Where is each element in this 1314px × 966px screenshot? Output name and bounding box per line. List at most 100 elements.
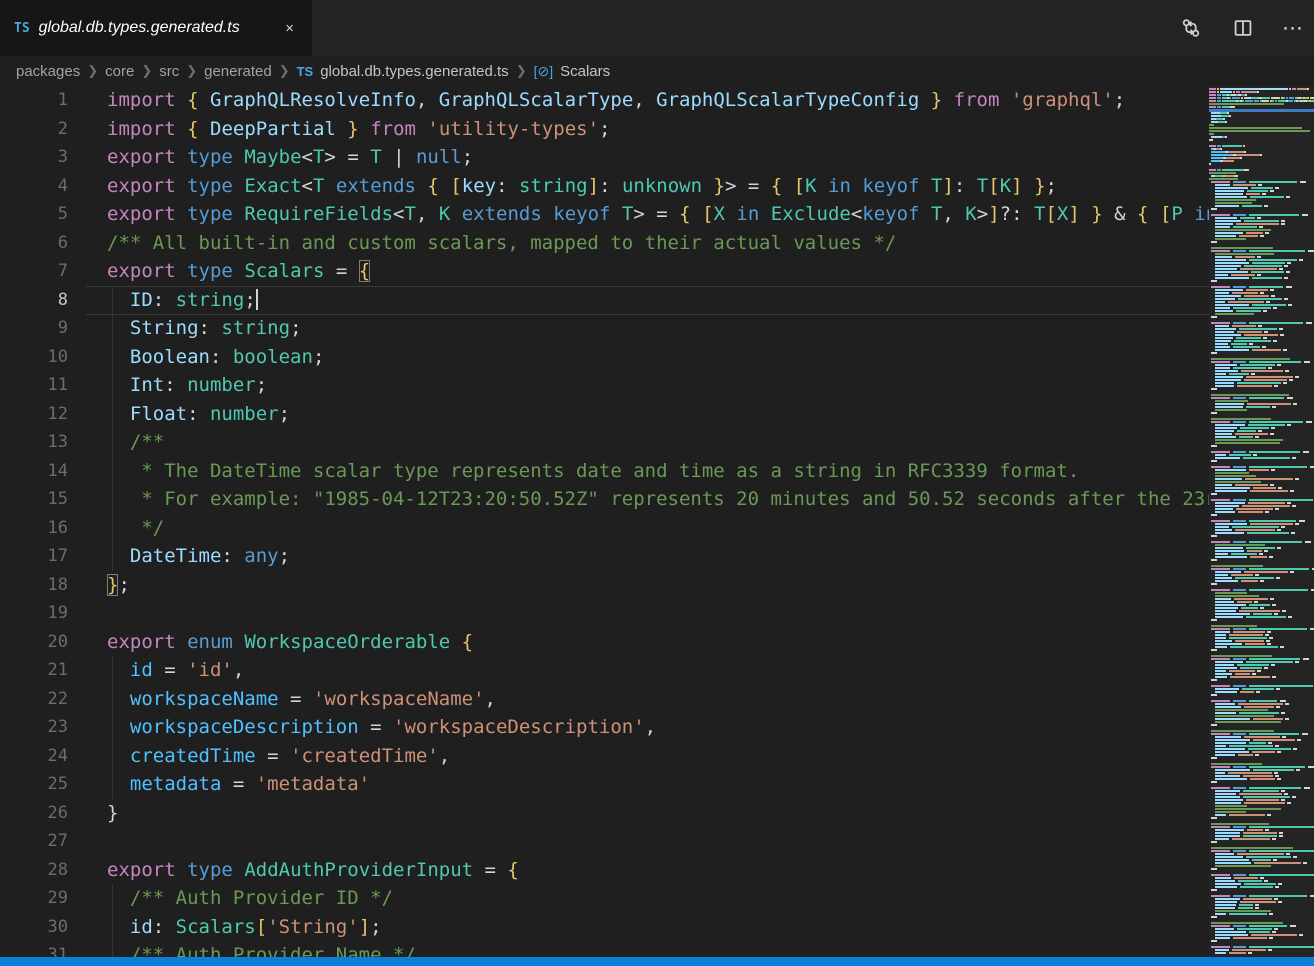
minimap-line	[1209, 403, 1314, 405]
code-line[interactable]: 12 Float: number;	[0, 400, 1209, 429]
minimap-line	[1209, 94, 1314, 96]
code-line[interactable]: 23 workspaceDescription = 'workspaceDesc…	[0, 713, 1209, 742]
minimap-line	[1209, 247, 1314, 249]
minimap-line	[1209, 157, 1314, 159]
code-text: metadata = 'metadata'	[107, 770, 370, 799]
editor-tab[interactable]: TS global.db.types.generated.ts ×	[0, 0, 312, 56]
minimap[interactable]	[1209, 86, 1314, 957]
minimap-line	[1209, 139, 1314, 141]
minimap-line	[1209, 616, 1314, 618]
code-text: /** Auth Provider Name */	[107, 941, 416, 957]
code-line[interactable]: 9 String: string;	[0, 314, 1209, 343]
code-line[interactable]: 10 Boolean: boolean;	[0, 343, 1209, 372]
split-editor-icon[interactable]	[1230, 15, 1256, 41]
code-token: :	[496, 175, 519, 197]
more-actions-icon[interactable]: ⋯	[1282, 16, 1304, 40]
breadcrumb-item-src[interactable]: src	[159, 63, 179, 80]
code-line[interactable]: 17 DateTime: any;	[0, 542, 1209, 571]
code-line[interactable]: 1import { GraphQLResolveInfo, GraphQLSca…	[0, 86, 1209, 115]
line-number: 24	[0, 742, 68, 771]
code-line[interactable]: 21 id = 'id',	[0, 656, 1209, 685]
minimap-line	[1209, 502, 1314, 504]
code-line[interactable]: 24 createdTime = 'createdTime',	[0, 742, 1209, 771]
minimap-line	[1209, 328, 1314, 330]
minimap-line	[1209, 136, 1314, 138]
minimap-line	[1209, 601, 1314, 603]
minimap-line	[1209, 370, 1314, 372]
minimap-line	[1209, 511, 1314, 513]
code-token	[702, 175, 713, 197]
code-line[interactable]: 16 */	[0, 514, 1209, 543]
code-token	[450, 631, 461, 653]
minimap-line	[1209, 262, 1314, 264]
code-line[interactable]: 4export type Exact<T extends { [key: str…	[0, 172, 1209, 201]
minimap-line	[1209, 940, 1314, 942]
code-token	[176, 118, 187, 140]
breadcrumb-item-core[interactable]: core	[105, 63, 134, 80]
code-line[interactable]: 25 metadata = 'metadata'	[0, 770, 1209, 799]
code-editor[interactable]: 1import { GraphQLResolveInfo, GraphQLSca…	[0, 86, 1209, 957]
code-line[interactable]: 30 id: Scalars['String'];	[0, 913, 1209, 942]
minimap-line	[1209, 619, 1314, 621]
code-line[interactable]: 31 /** Auth Provider Name */	[0, 941, 1209, 957]
minimap-line	[1209, 292, 1314, 294]
breadcrumb-item-symbol[interactable]: Scalars	[560, 63, 610, 80]
code-line[interactable]: 2import { DeepPartial } from 'utility-ty…	[0, 115, 1209, 144]
minimap-line	[1209, 766, 1314, 768]
code-line[interactable]: 19	[0, 599, 1209, 628]
code-line[interactable]: 29 /** Auth Provider ID */	[0, 884, 1209, 913]
breadcrumb-item-packages[interactable]: packages	[16, 63, 80, 80]
code-token	[324, 175, 335, 197]
minimap-line	[1209, 604, 1314, 606]
minimap-line	[1209, 178, 1314, 180]
breadcrumb-item-file[interactable]: global.db.types.generated.ts	[320, 63, 508, 80]
code-line[interactable]: 15 * For example: "1985-04-12T23:20:50.5…	[0, 485, 1209, 514]
minimap-line	[1209, 289, 1314, 291]
minimap-line	[1209, 541, 1314, 543]
code-token	[107, 916, 130, 938]
code-line[interactable]: 13 /**	[0, 428, 1209, 457]
status-bar[interactable]	[0, 957, 1314, 966]
code-line[interactable]: 5export type RequireFields<T, K extends …	[0, 200, 1209, 229]
code-token: ]	[1068, 203, 1079, 225]
code-token: Scalars	[244, 260, 324, 282]
minimap-line	[1209, 874, 1314, 876]
minimap-line	[1209, 910, 1314, 912]
minimap-line	[1209, 613, 1314, 615]
editor-actions: ⋯	[1178, 0, 1304, 56]
code-line[interactable]: 6/** All built-in and custom scalars, ma…	[0, 229, 1209, 258]
minimap-line	[1209, 568, 1314, 570]
code-token: }	[107, 574, 118, 596]
code-line[interactable]: 27	[0, 827, 1209, 856]
minimap-line	[1209, 205, 1314, 207]
code-line[interactable]: 20export enum WorkspaceOrderable {	[0, 628, 1209, 657]
code-line[interactable]: 3export type Maybe<T> = T | null;	[0, 143, 1209, 172]
code-line[interactable]: 7export type Scalars = {	[0, 257, 1209, 286]
code-line[interactable]: 14 * The DateTime scalar type represents…	[0, 457, 1209, 486]
code-line[interactable]: 22 workspaceName = 'workspaceName',	[0, 685, 1209, 714]
breadcrumb-item-generated[interactable]: generated	[204, 63, 272, 80]
open-changes-icon[interactable]	[1178, 15, 1204, 41]
minimap-line	[1209, 844, 1314, 846]
code-token: null	[416, 146, 462, 168]
code-token: {	[359, 260, 370, 282]
minimap-line	[1209, 526, 1314, 528]
minimap-line	[1209, 886, 1314, 888]
code-line[interactable]: 11 Int: number;	[0, 371, 1209, 400]
minimap-line	[1209, 232, 1314, 234]
code-token	[233, 260, 244, 282]
code-line[interactable]: 28export type AddAuthProviderInput = {	[0, 856, 1209, 885]
code-text: export enum WorkspaceOrderable {	[107, 628, 473, 657]
code-line[interactable]: 18};	[0, 571, 1209, 600]
minimap-line	[1209, 787, 1314, 789]
code-line[interactable]: 26}	[0, 799, 1209, 828]
code-token: ;	[599, 118, 610, 140]
code-token: ,	[416, 89, 439, 111]
minimap-line	[1209, 127, 1314, 129]
minimap-line	[1209, 454, 1314, 456]
minimap-line	[1209, 688, 1314, 690]
code-token	[107, 317, 130, 339]
code-token	[416, 118, 427, 140]
code-line[interactable]: 8 ID: string;	[0, 286, 1209, 315]
close-icon[interactable]: ×	[281, 18, 298, 39]
